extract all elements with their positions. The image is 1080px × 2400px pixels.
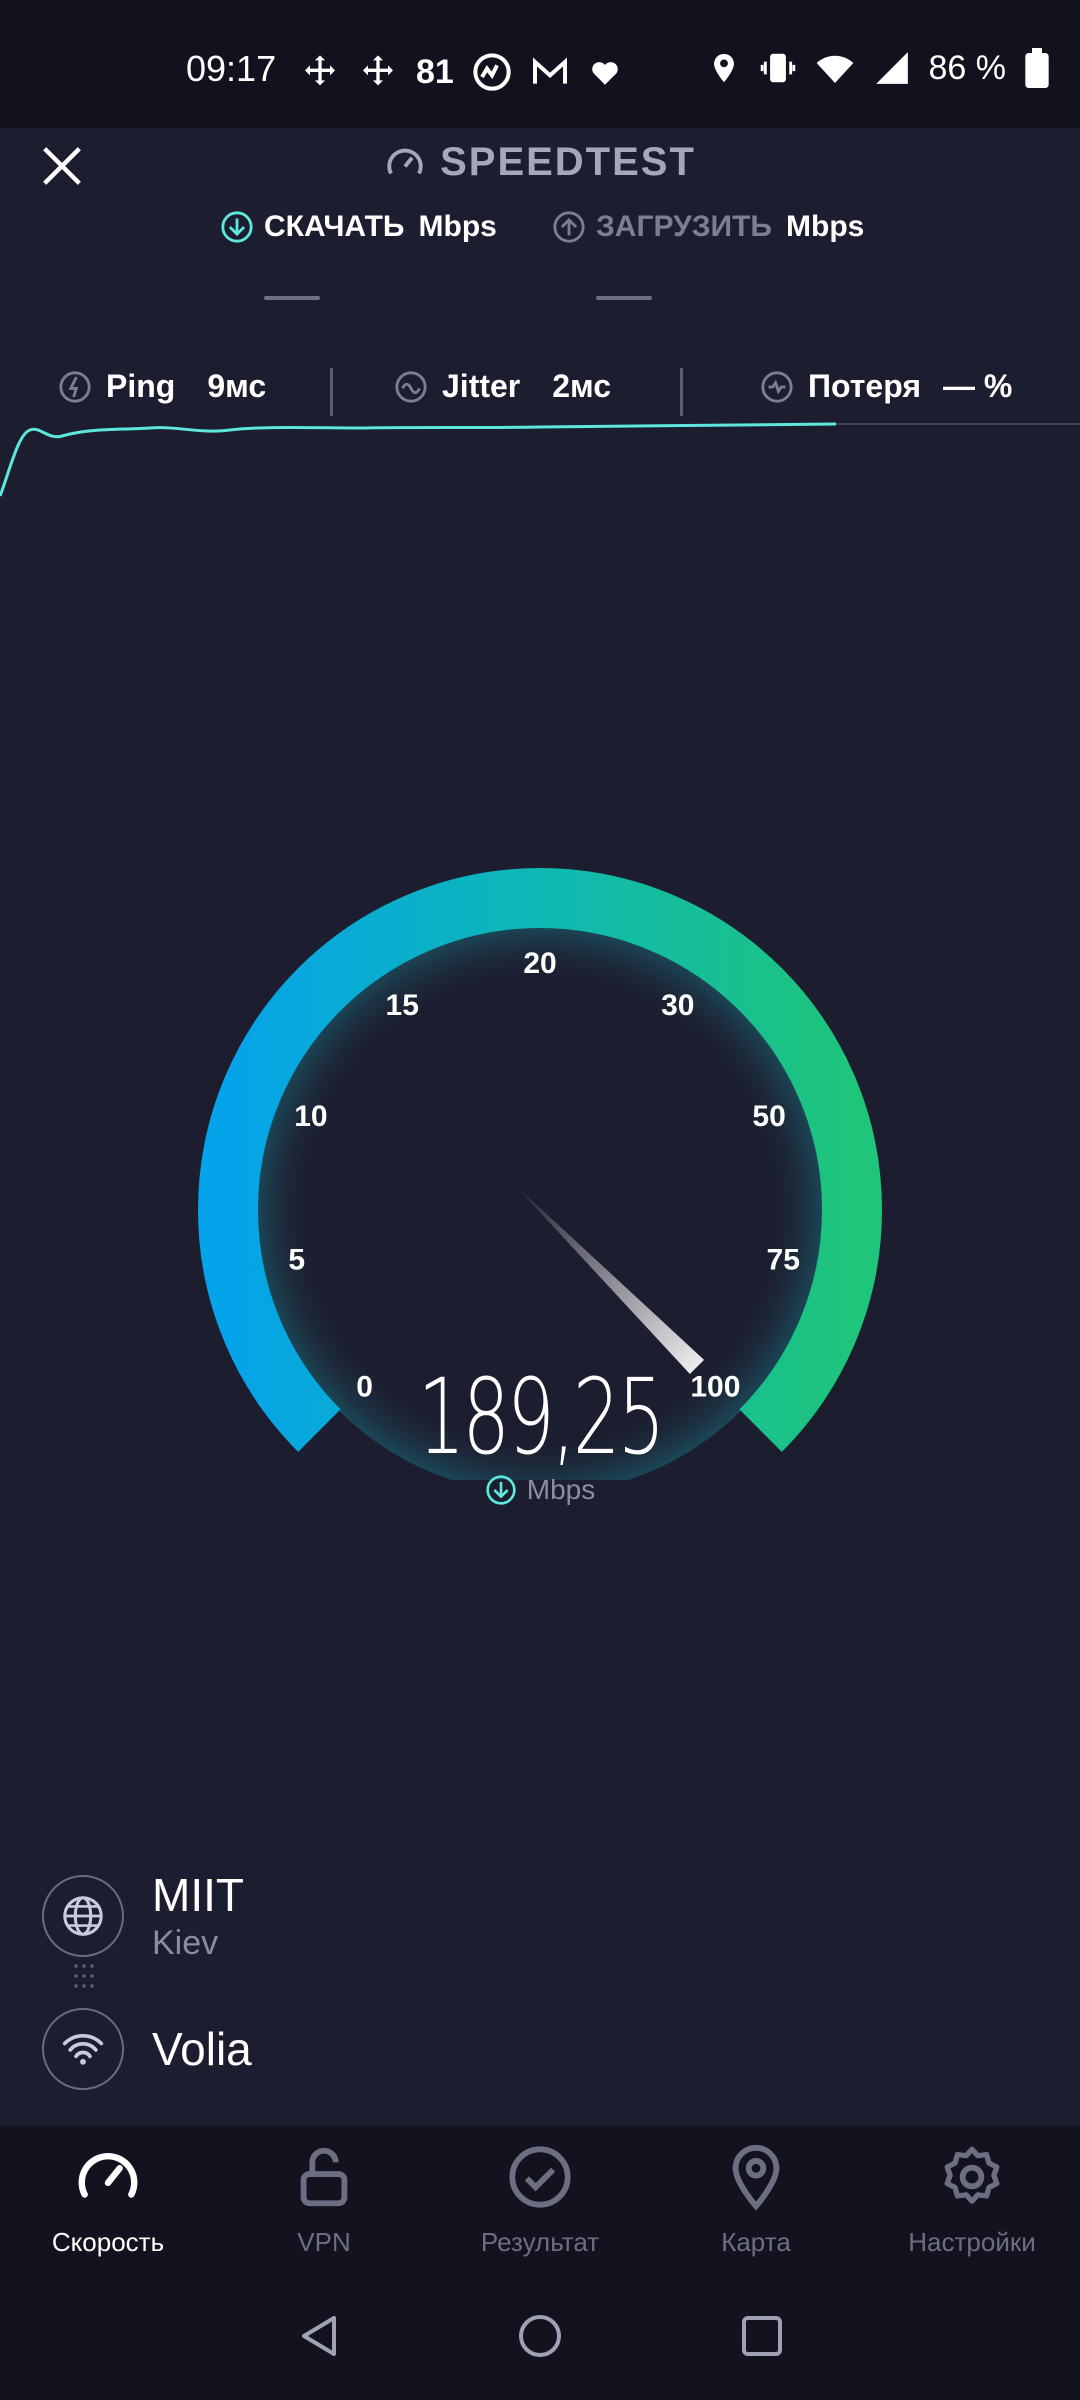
gauge-tick-label: 5 — [288, 1243, 305, 1276]
home-icon[interactable] — [519, 2315, 561, 2357]
gauge-tick-label: 15 — [386, 989, 419, 1022]
status-time: 09:17 — [186, 48, 277, 89]
nav-settings[interactable]: Настройки — [864, 2142, 1080, 2258]
upload-label: ЗАГРУЗИТЬ — [596, 210, 772, 243]
move-icon — [305, 55, 335, 86]
upload-icon — [553, 211, 585, 243]
gauge-tick-label: 75 — [767, 1243, 800, 1276]
upload-value-placeholder — [596, 296, 652, 300]
status-bar: 09:17 81 86 % — [0, 0, 1080, 128]
nav-label: Настройки — [908, 2227, 1036, 2257]
notification-count: 81 — [416, 52, 454, 91]
wifi-icon — [816, 55, 853, 83]
download-value-placeholder — [264, 296, 320, 300]
globe-icon — [63, 1895, 103, 1936]
download-label: СКАЧАТЬ — [264, 210, 405, 243]
jitter-icon — [395, 370, 427, 403]
provider-name: Volia — [152, 2023, 252, 2075]
gauge-tick-label: 30 — [661, 989, 694, 1022]
connector-dots — [74, 1964, 94, 1988]
upload-unit: Mbps — [786, 210, 865, 243]
wifi-icon — [62, 2033, 104, 2065]
server-city: Kiev — [152, 1924, 219, 1962]
nav-results[interactable]: Результат — [432, 2142, 648, 2258]
gauge-tick-label: 20 — [523, 947, 556, 980]
unlock-icon — [300, 2147, 348, 2207]
header: SPEEDTEST — [0, 140, 1080, 189]
move-icon — [363, 55, 393, 86]
wifi-icon-wrap — [42, 2008, 124, 2090]
status-right-icons: 86 % — [707, 48, 1051, 88]
speed-line — [0, 422, 837, 497]
server-info[interactable]: MIIT Kiev — [42, 1868, 244, 1963]
status-notification-icons: 81 — [300, 52, 622, 92]
battery-icon — [1025, 48, 1049, 88]
nav-map[interactable]: Карта — [648, 2142, 864, 2258]
speed-value: 189,25 — [417, 1356, 666, 1478]
speed-unit-row: Mbps — [0, 1474, 1080, 1506]
back-icon[interactable] — [302, 2316, 336, 2356]
tab-upload[interactable]: ЗАГРУЗИТЬ Mbps — [552, 210, 864, 244]
download-icon — [486, 1475, 516, 1505]
speedometer-icon — [387, 148, 423, 174]
nav-label: VPN — [297, 2227, 351, 2257]
nav-vpn[interactable]: VPN — [216, 2142, 432, 2258]
speedometer-icon — [78, 2153, 138, 2198]
heart-icon — [592, 62, 618, 85]
download-icon — [221, 211, 253, 243]
map-pin-icon — [732, 2144, 780, 2211]
gauge-tick-label: 10 — [294, 1100, 327, 1133]
battery-percent: 86 % — [928, 48, 1007, 87]
speed-graph — [0, 422, 1080, 497]
title-text: SPEEDTEST — [440, 140, 696, 184]
check-circle-icon — [509, 2146, 571, 2208]
gear-icon — [944, 2146, 1000, 2204]
speed-unit: Mbps — [526, 1474, 596, 1505]
tab-download[interactable]: СКАЧАТЬ Mbps — [220, 210, 497, 244]
packet-loss-icon — [761, 370, 793, 403]
page-title: SPEEDTEST — [384, 140, 696, 185]
location-icon — [713, 53, 734, 83]
signal-icon — [875, 52, 908, 84]
system-nav-bar — [302, 2315, 782, 2357]
vibrate-icon — [760, 53, 795, 83]
server-text: MIIT Kiev — [152, 1868, 244, 1963]
globe-icon-wrap — [42, 1874, 124, 1957]
nav-label: Карта — [721, 2227, 791, 2257]
ping-icon — [59, 370, 91, 403]
mail-icon — [532, 57, 567, 84]
app-logo-icon — [473, 53, 511, 91]
recents-icon[interactable] — [742, 2316, 782, 2356]
nav-label: Скорость — [51, 2227, 165, 2257]
nav-label: Результат — [480, 2227, 600, 2257]
download-unit: Mbps — [418, 210, 497, 243]
nav-speed[interactable]: Скорость — [0, 2142, 216, 2258]
server-name: MIIT — [152, 1869, 244, 1921]
gauge-tick-label: 50 — [752, 1100, 785, 1133]
provider-info[interactable]: Volia — [42, 2008, 252, 2090]
